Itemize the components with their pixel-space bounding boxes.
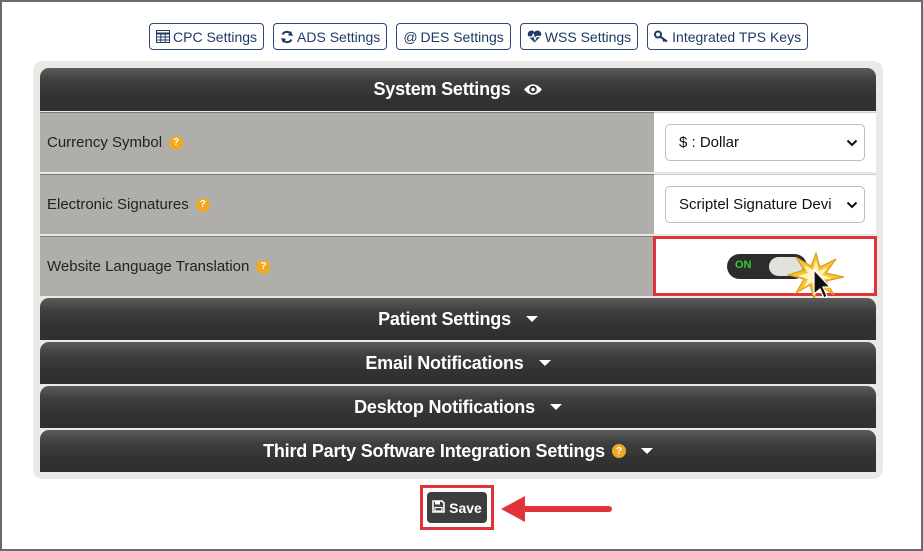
caret-down-icon <box>525 316 538 322</box>
patient-settings-header[interactable]: Patient Settings <box>40 298 876 340</box>
caret-down-icon <box>640 448 653 454</box>
tab-ads-settings[interactable]: ADS Settings <box>273 23 388 50</box>
table-icon <box>156 30 170 43</box>
third-party-integration-header[interactable]: Third Party Software Integration Setting… <box>40 430 876 472</box>
tab-label: WSS Settings <box>544 28 632 45</box>
tab-wss-settings[interactable]: WSS Settings <box>519 23 639 50</box>
tab-des-settings[interactable]: @ DES Settings <box>396 23 511 50</box>
electronic-signatures-label: Electronic Signatures <box>47 196 189 213</box>
electronic-signatures-row: Electronic Signatures ? Scriptel Signatu… <box>40 174 876 234</box>
row-label: Website Language Translation ? <box>40 236 654 296</box>
section-title: Desktop Notifications <box>354 396 535 417</box>
tab-cpc-settings[interactable]: CPC Settings <box>149 23 265 50</box>
section-title: System Settings <box>373 79 511 99</box>
save-highlight-box: Save <box>420 485 494 530</box>
save-button[interactable]: Save <box>427 492 487 523</box>
chevron-down-icon <box>846 196 858 213</box>
at-icon: @ <box>403 28 418 45</box>
row-label: Currency Symbol ? <box>40 112 654 172</box>
desktop-notifications-header[interactable]: Desktop Notifications <box>40 386 876 428</box>
system-settings-header[interactable]: System Settings <box>40 68 876 111</box>
currency-symbol-row: Currency Symbol ? $ : Dollar <box>40 112 876 172</box>
eye-icon <box>523 83 543 96</box>
tab-label: Integrated TPS Keys <box>672 28 802 45</box>
help-icon[interactable]: ? <box>256 259 271 274</box>
help-icon[interactable]: ? <box>195 197 210 212</box>
caret-down-icon <box>538 360 551 366</box>
section-title: Email Notifications <box>365 352 524 373</box>
row-label: Electronic Signatures ? <box>40 174 654 234</box>
help-icon[interactable]: ? <box>611 444 626 458</box>
currency-symbol-label: Currency Symbol <box>47 134 163 151</box>
tab-label: CPC Settings <box>173 28 258 45</box>
row-control: $ : Dollar <box>654 112 876 172</box>
signature-device-select[interactable]: Scriptel Signature Devi <box>665 186 865 223</box>
floppy-disk-icon <box>432 499 445 516</box>
section-title: Patient Settings <box>378 308 511 329</box>
sync-icon <box>280 30 294 44</box>
tab-label: DES Settings <box>420 28 504 45</box>
help-icon[interactable]: ? <box>169 135 184 150</box>
currency-select[interactable]: $ : Dollar <box>665 124 865 161</box>
select-value: $ : Dollar <box>679 134 740 151</box>
key-icon <box>654 30 669 43</box>
select-value: Scriptel Signature Devi <box>679 196 832 213</box>
pointer-arrow-icon <box>499 493 615 530</box>
section-title: Third Party Software Integration Setting… <box>263 440 605 461</box>
caret-down-icon <box>549 404 562 410</box>
row-control: Scriptel Signature Devi <box>654 174 876 234</box>
heartbeat-icon <box>527 30 542 43</box>
save-label: Save <box>449 499 482 516</box>
tab-integrated-tps-keys[interactable]: Integrated TPS Keys <box>647 23 809 50</box>
tab-label: ADS Settings <box>297 28 381 45</box>
website-language-translation-label: Website Language Translation <box>47 258 250 275</box>
toggle-highlight-box: ON <box>653 236 877 301</box>
settings-tabs: CPC Settings ADS Settings @ DES Settings… <box>149 23 809 50</box>
toggle-state-label: ON <box>735 259 752 271</box>
chevron-down-icon <box>846 134 858 151</box>
email-notifications-header[interactable]: Email Notifications <box>40 342 876 384</box>
